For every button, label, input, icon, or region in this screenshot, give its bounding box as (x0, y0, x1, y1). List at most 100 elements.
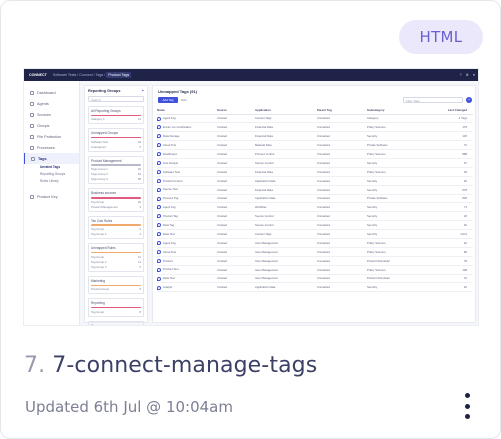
table-row: Dashboard Unrated Process control Unmarked P… (157, 149, 473, 159)
table-cell: Product Control (157, 176, 217, 186)
nav-subitem: Reporting Groups (40, 172, 66, 176)
kebab-menu-icon[interactable] (459, 393, 475, 419)
table-cell: Unrated (217, 265, 255, 275)
group-row: Tags Group 2 63 (91, 172, 141, 176)
table-cell: Unmarked (317, 122, 367, 133)
group-row-label: Software Test (91, 139, 108, 144)
cell-text: Policy Sources (367, 169, 386, 174)
cell-text: Product Control (163, 178, 183, 183)
group-row-count: 5 (139, 265, 141, 269)
cell-text: Unmarked (317, 125, 330, 130)
table-cell: Unrated (217, 167, 255, 177)
reporting-groups-panel: Reporting Groups + Search All Reporting … (84, 85, 148, 326)
cell-text: 145 (462, 134, 467, 139)
table-cell: Source Test (157, 185, 217, 195)
cell-text: Security (367, 187, 378, 192)
table-cell: Unmarked (317, 229, 367, 239)
tag-icon (157, 178, 161, 183)
cell-text: 1,011 (460, 232, 467, 237)
table-row: Product Tag Unrated Source Control Unmarked… (157, 211, 473, 222)
group-row: Product Group 5 (91, 287, 141, 291)
table-cell: Unmarked (317, 176, 367, 186)
table-cell: Product (157, 256, 217, 266)
cell-text: User Management (255, 240, 279, 245)
group-title: Business sources (91, 191, 116, 196)
tag-icon (31, 156, 35, 161)
shield-icon (30, 134, 34, 139)
tag-icon (157, 249, 161, 254)
column-header: Parent Tag (317, 107, 367, 115)
breadcrumb: Software Tests / Connect / Tags / Produc… (52, 72, 132, 78)
table-cell: 22 (425, 238, 473, 248)
cell-text: Product Scheduler (367, 258, 391, 263)
cell-text: Analyst (163, 285, 173, 290)
cell-text: Unrated (217, 169, 227, 174)
group-color-bar (91, 224, 141, 226)
column-header: Name (157, 107, 217, 115)
table-cell: 138 (425, 265, 473, 275)
table-cell: Unmarked (317, 202, 367, 213)
group-icon (30, 123, 34, 128)
cell-text: 71 (463, 205, 467, 210)
table-cell: Security (367, 229, 425, 239)
cell-text: User Management (255, 267, 279, 272)
tag-icon (157, 152, 161, 157)
card-title[interactable]: 7. 7-connect-manage-tags (24, 353, 317, 378)
table-cell: Software Test (157, 167, 217, 177)
breadcrumb-item: Software Tests (52, 73, 77, 77)
cell-text: Unrated (217, 223, 227, 228)
cell-text: 888 (462, 152, 467, 156)
table-cell: Unrated (217, 211, 255, 222)
cell-text: Unmarked (317, 152, 330, 156)
cell-text: Unmarked (317, 267, 330, 272)
tag-icon (157, 285, 161, 290)
cell-text: Unmarked (317, 134, 330, 139)
table-cell: Unmarked (317, 149, 367, 159)
table-cell: Unrated (217, 229, 255, 239)
sidebar-nav: Dashboard Agents Sources Groups File Protect… (24, 81, 80, 325)
cell-text: Unrated (217, 187, 227, 192)
tag-icon (157, 258, 161, 263)
cell-text: Application Data (255, 178, 276, 183)
group-row: Unassigned 6 (91, 145, 141, 149)
table-cell: 18 (425, 211, 473, 222)
cell-text: Process control (255, 152, 275, 156)
tag-icon (157, 143, 161, 148)
cell-text: 578 (462, 187, 467, 192)
cell-text: Policy Sources (367, 240, 386, 245)
cell-text: Unmarked (317, 285, 330, 290)
table-cell: Data Test (157, 274, 217, 284)
cell-text: Security (367, 223, 378, 228)
table-cell: Application Data (255, 282, 317, 293)
groups-search-input: Search (88, 96, 144, 102)
cell-text: Unmarked (317, 169, 330, 174)
table-cell: Security (367, 185, 425, 195)
table-cell: 78 (425, 256, 473, 266)
group-row: Tag Group 13 (91, 255, 141, 259)
table-cell: 40 (425, 176, 473, 186)
preview-thumbnail[interactable]: CONNECT Software Tests / Connect / Tags … (23, 68, 479, 326)
cell-text: Cloud Test (163, 142, 177, 147)
group-row-label: Tag Group (91, 199, 105, 204)
group-title: Sources (91, 323, 103, 326)
cell-text: Policy Sources (367, 125, 386, 130)
cell-text: 826 (462, 196, 467, 201)
user-avatar-icon: ● (472, 73, 475, 77)
app-header: CONNECT Software Tests / Connect / Tags … (24, 69, 478, 81)
table-cell: Application Data (255, 194, 317, 204)
cell-text: Category (367, 116, 379, 121)
nav-item-product-key: Product Key (24, 191, 79, 202)
group-row-label: Tags Group 3 (91, 177, 108, 182)
table-cell: Agent Tag (157, 114, 217, 124)
group-row: Tag Group 9 (91, 227, 141, 231)
cell-text: Unrated (217, 240, 227, 245)
table-cell: Source Control (255, 211, 317, 222)
group-title: All Reporting Groups (91, 109, 121, 113)
cell-text: Content Tags (255, 116, 272, 121)
project-card[interactable]: HTML CONNECT Software Tests / Connect / … (0, 0, 501, 439)
cell-text: 89 (463, 249, 467, 254)
nav-item-sources: Sources (24, 109, 79, 120)
cell-text: Unmarked (317, 214, 330, 219)
reporting-group: Product Management Tags Group 1 93 Tags Gro… (88, 155, 144, 185)
table-cell: Unrated (217, 158, 255, 168)
